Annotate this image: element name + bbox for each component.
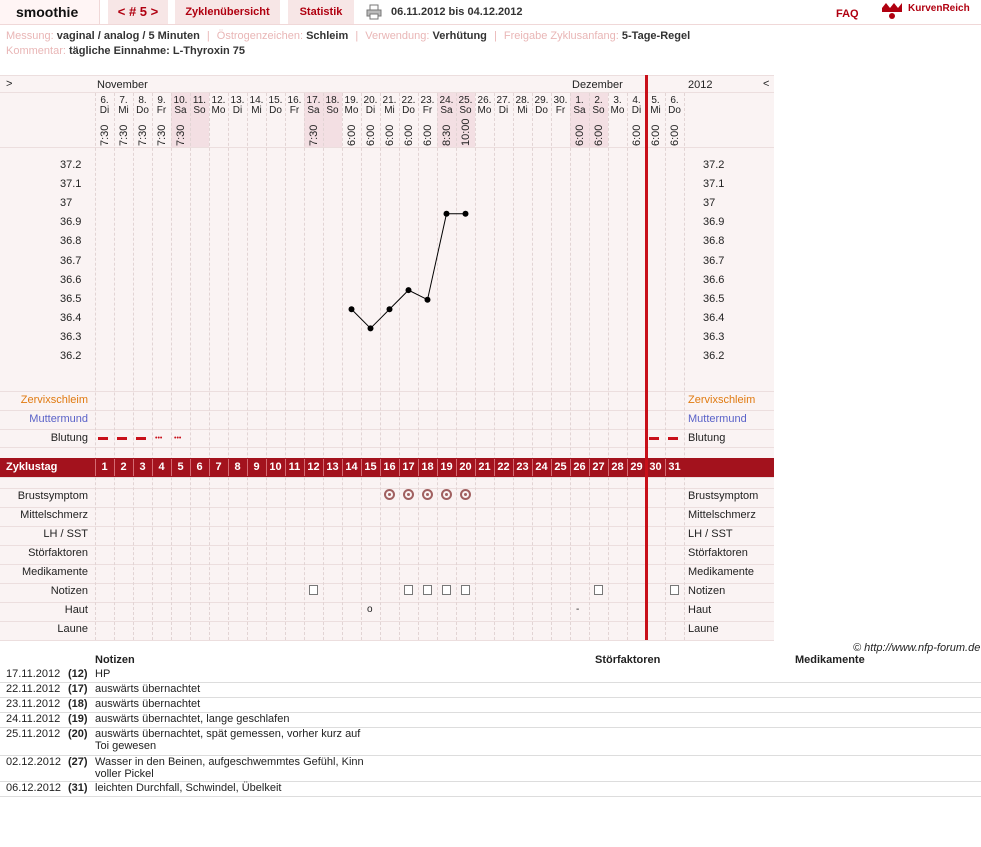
messung-label: Messung:	[6, 30, 54, 42]
temperature-point[interactable]	[348, 306, 355, 313]
temperature-point[interactable]	[367, 325, 374, 332]
oestrogen-label: Östrogenzeichen:	[216, 30, 303, 42]
note-text: auswärts übernachtet	[95, 698, 201, 710]
note-row: 17.11.2012 (12) HP	[0, 668, 981, 683]
messung-value: vaginal / analog / 5 Minuten	[56, 30, 200, 42]
note-row: 22.11.2012 (17) auswärts übernachtet	[0, 683, 981, 698]
comment-info: Kommentar: tägliche Einnahme: L-Thyroxin…	[6, 45, 245, 57]
note-cycle-day: (18)	[68, 698, 88, 710]
note-row: 02.12.2012 (27) Wasser in den Beinen, aufg…	[0, 756, 981, 782]
note-date: 22.11.2012	[6, 683, 61, 695]
note-cycle-day: (31)	[68, 782, 88, 794]
note-row: 06.12.2012 (31) leichten Durchfall, Schwin…	[0, 782, 981, 797]
top-bar: smoothie < # 5 > Zyklenübersicht Statist…	[0, 0, 981, 25]
stoerfaktoren-header: Störfaktoren	[595, 654, 661, 666]
oestrogen-value: Schleim	[306, 30, 349, 42]
faq-link[interactable]: FAQ	[836, 8, 859, 20]
freigabe-label: Freigabe Zyklusanfang:	[503, 30, 619, 42]
verwendung-value: Verhütung	[432, 30, 487, 42]
note-cycle-day: (12)	[68, 668, 88, 680]
printer-icon[interactable]	[366, 4, 382, 20]
temperature-series-line	[351, 213, 466, 330]
freigabe-value: 5-Tage-Regel	[621, 30, 691, 42]
note-row: 23.11.2012 (18) auswärts übernachtet	[0, 698, 981, 713]
temperature-point[interactable]	[443, 210, 450, 217]
note-text: leichten Durchfall, Schwindel, Übelkeit	[95, 782, 282, 794]
tab-cycle-overview[interactable]: Zyklenübersicht	[175, 0, 280, 24]
grid-row-line	[0, 640, 774, 641]
note-row: 25.11.2012 (20) auswärts übernachtet, spät…	[0, 728, 981, 756]
note-date: 24.11.2012	[6, 713, 61, 725]
notes-header: Notizen	[95, 654, 135, 666]
cycle-chart-page: smoothie < # 5 > Zyklenübersicht Statist…	[0, 0, 981, 847]
note-date: 06.12.2012	[6, 782, 62, 794]
date-range: 06.11.2012 bis 04.12.2012	[391, 6, 523, 18]
temperature-point[interactable]	[405, 287, 412, 294]
note-date: 02.12.2012	[6, 756, 62, 768]
note-row: 24.11.2012 (19) auswärts übernachtet, lang…	[0, 713, 981, 728]
note-date: 25.11.2012	[6, 728, 61, 740]
note-text: auswärts übernachtet, lange geschlafen	[95, 713, 290, 725]
temperature-point[interactable]	[424, 296, 431, 303]
verwendung-label: Verwendung:	[365, 30, 430, 42]
kommentar-value: tägliche Einnahme: L-Thyroxin 75	[68, 45, 246, 57]
note-cycle-day: (20)	[68, 728, 88, 740]
cycle-navigator[interactable]: < # 5 >	[108, 0, 168, 24]
copyright: © http://www.nfp-forum.de	[853, 642, 981, 654]
measurement-info: Messung: vaginal / analog / 5 Minuten | …	[6, 30, 691, 42]
tab-statistics[interactable]: Statistik	[288, 0, 354, 24]
logo-text[interactable]: KurvenReich	[908, 3, 970, 14]
note-text: HP	[95, 668, 111, 680]
medikamente-header: Medikamente	[795, 654, 865, 666]
username-label: smoothie	[0, 0, 100, 24]
note-text: Wasser in den Beinen, aufgeschwemmtes Ge…	[95, 756, 364, 780]
kurvenreich-logo-icon[interactable]	[880, 2, 904, 20]
note-date: 17.11.2012	[6, 668, 61, 680]
note-text: auswärts übernachtet	[95, 683, 201, 695]
note-date: 23.11.2012	[6, 698, 61, 710]
temperature-point[interactable]	[386, 306, 393, 313]
note-text: auswärts übernachtet, spät gemessen, vor…	[95, 728, 361, 752]
note-cycle-day: (17)	[68, 683, 88, 695]
temperature-plot	[348, 210, 469, 332]
note-cycle-day: (19)	[68, 713, 88, 725]
kommentar-label: Kommentar:	[6, 45, 66, 57]
temperature-point[interactable]	[462, 210, 469, 217]
temperature-chart: > < November Dezember 2012 6. Di 7:30 7. Mi 7:30 8.…	[0, 75, 774, 641]
note-cycle-day: (27)	[68, 756, 88, 768]
